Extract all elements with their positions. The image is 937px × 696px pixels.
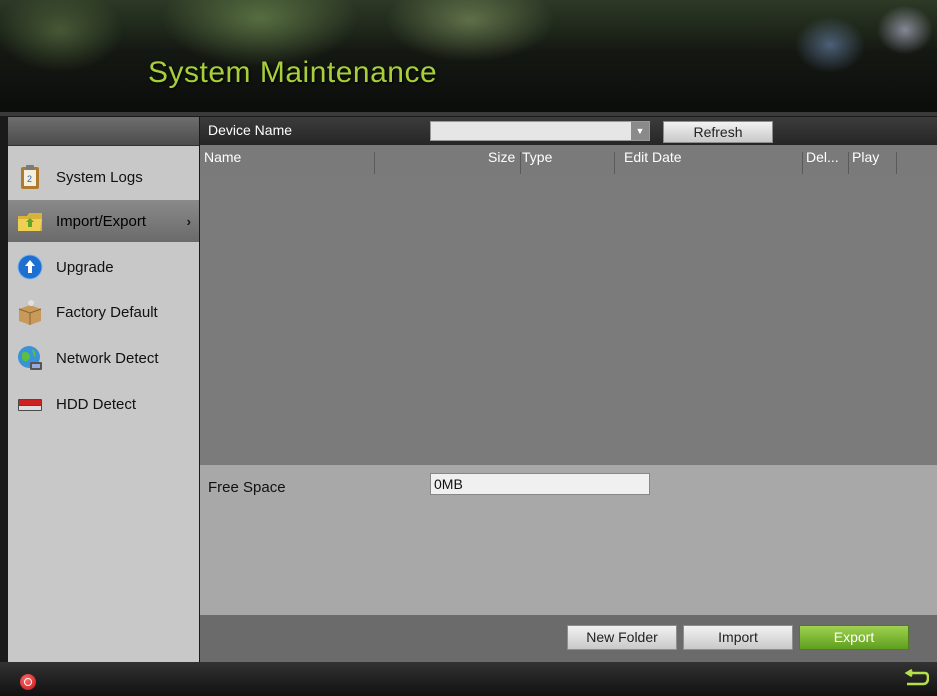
sidebar: 2 System Logs Import/Export › Upgrade Fa… — [8, 117, 199, 662]
storage-info-panel: Free Space 0MB — [200, 465, 937, 615]
file-table-header: Name Size Type Edit Date Del... Play — [200, 146, 937, 176]
sidebar-item-system-logs[interactable]: 2 System Logs — [8, 156, 199, 198]
clipboard-icon: 2 — [16, 163, 44, 191]
file-table-body[interactable] — [200, 176, 937, 465]
upgrade-arrow-icon — [16, 253, 44, 281]
sidebar-item-label: Import/Export — [56, 212, 147, 230]
sidebar-item-upgrade[interactable]: Upgrade — [8, 246, 199, 288]
sidebar-header — [8, 117, 199, 146]
column-divider[interactable] — [374, 152, 375, 174]
column-header-delete[interactable]: Del... — [806, 149, 839, 165]
status-bar — [0, 662, 937, 696]
back-arrow-icon[interactable] — [903, 669, 929, 689]
import-button[interactable]: Import — [683, 625, 793, 650]
refresh-button[interactable]: Refresh — [663, 121, 773, 143]
device-name-label: Device Name — [208, 122, 293, 138]
sidebar-item-label: Factory Default — [56, 303, 158, 321]
main-panel: Device Name ▼ Refresh Name Size Type Edi… — [200, 117, 937, 662]
page-title: System Maintenance — [148, 56, 438, 89]
free-space-label: Free Space — [208, 479, 286, 496]
power-icon[interactable] — [20, 674, 36, 690]
column-header-name[interactable]: Name — [204, 149, 241, 165]
device-name-select[interactable]: ▼ — [430, 121, 650, 141]
column-divider[interactable] — [614, 152, 615, 174]
header-divider — [0, 112, 937, 116]
sidebar-item-label: Upgrade — [56, 258, 114, 276]
sidebar-item-label: System Logs — [56, 168, 143, 186]
sidebar-item-factory-default[interactable]: Factory Default — [8, 291, 199, 333]
folder-icon — [16, 207, 44, 235]
column-divider[interactable] — [802, 152, 803, 174]
column-header-type[interactable]: Type — [522, 149, 552, 165]
sidebar-item-label: HDD Detect — [56, 395, 137, 413]
network-globe-icon — [16, 344, 44, 372]
column-divider[interactable] — [896, 152, 897, 174]
sidebar-item-network-detect[interactable]: Network Detect — [8, 337, 199, 379]
free-space-value: 0MB — [430, 473, 650, 495]
app-window: System Maintenance 2 System Logs Import/… — [0, 0, 937, 696]
dropdown-arrow-icon[interactable]: ▼ — [631, 122, 649, 140]
export-button[interactable]: Export — [799, 625, 909, 650]
action-bar: New Folder Import Export — [200, 615, 937, 662]
column-header-size[interactable]: Size — [488, 149, 515, 165]
svg-text:2: 2 — [27, 174, 32, 184]
sidebar-item-label: Network Detect — [56, 349, 159, 367]
sidebar-item-hdd-detect[interactable]: HDD Detect — [8, 383, 199, 425]
sidebar-item-import-export[interactable]: Import/Export › — [8, 200, 199, 242]
column-header-edit-date[interactable]: Edit Date — [624, 149, 682, 165]
chevron-right-icon: › — [186, 213, 191, 229]
package-icon — [16, 298, 44, 326]
new-folder-button[interactable]: New Folder — [567, 625, 677, 650]
header-banner: System Maintenance — [0, 0, 937, 116]
column-divider[interactable] — [520, 152, 521, 174]
column-divider[interactable] — [848, 152, 849, 174]
column-header-play[interactable]: Play — [852, 149, 879, 165]
hard-drive-icon — [16, 390, 44, 418]
device-toolbar: Device Name ▼ Refresh — [200, 117, 937, 145]
